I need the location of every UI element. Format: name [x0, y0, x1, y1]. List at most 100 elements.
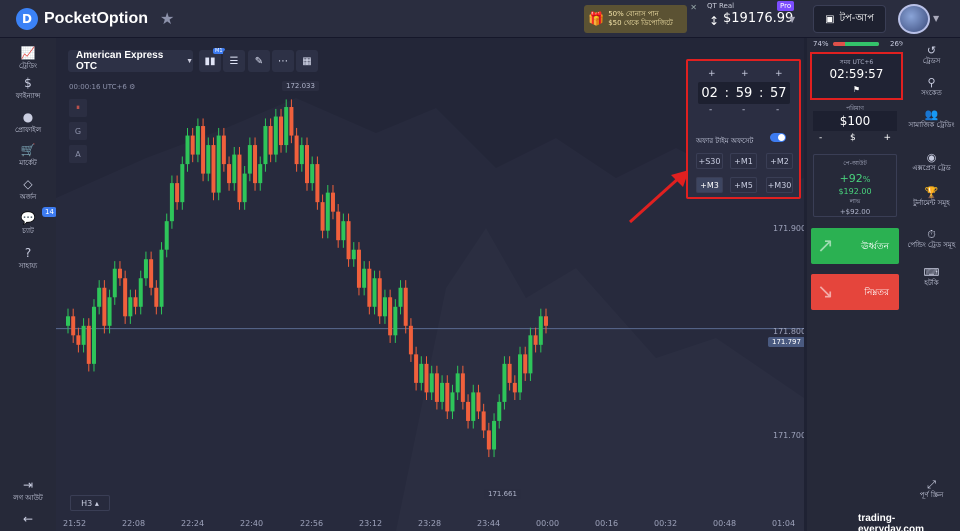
- nav-item-finance[interactable]: $ ফাইন্যান্স: [0, 76, 56, 102]
- gear-icon[interactable]: ⚙: [129, 83, 135, 91]
- candle-body: [195, 126, 200, 155]
- indicators-button[interactable]: ☰: [223, 50, 245, 72]
- avatar[interactable]: [898, 4, 930, 34]
- candle-body: [424, 363, 429, 393]
- lower-button[interactable]: ↘ নিম্নতর: [811, 274, 899, 310]
- candle-body: [175, 183, 180, 203]
- nav-item-signals[interactable]: ⚲ সংকেত: [903, 76, 960, 97]
- more-button[interactable]: ⋯: [272, 50, 294, 72]
- trend-down-icon: ↘: [817, 279, 834, 303]
- preset-m2[interactable]: +M2: [766, 153, 793, 169]
- nav-item-market[interactable]: 🛒 মার্কেট: [0, 143, 56, 169]
- nav-item-trading[interactable]: 📈 ট্রেডিং: [0, 46, 56, 72]
- seconds-plus-button[interactable]: +: [775, 69, 783, 79]
- payout-box: পে-আউট +92% $192.00 লাভ +$92.00: [813, 154, 897, 217]
- candle-body: [227, 164, 232, 184]
- minutes-value[interactable]: 59: [736, 86, 753, 101]
- topup-button[interactable]: ▣ টপ-আপ: [813, 5, 886, 33]
- chart-icon: 📈: [20, 46, 36, 60]
- candle-body: [393, 306, 398, 336]
- candle-body: [310, 164, 315, 184]
- chat-badge: 14: [42, 207, 57, 217]
- sliders-icon: ☰: [229, 55, 239, 67]
- candle-body: [268, 126, 273, 155]
- preset-m5[interactable]: +M5: [730, 177, 757, 193]
- nav-item-pending[interactable]: ⏱ পেন্ডিং ট্রেড সমূহ: [903, 228, 960, 249]
- collapse-button[interactable]: ←: [0, 512, 56, 526]
- amount-plus-button[interactable]: +: [883, 133, 891, 144]
- amount-input[interactable]: $100: [813, 111, 897, 131]
- candle-body: [216, 135, 221, 193]
- candle-body: [279, 116, 284, 146]
- nav-item-achievements[interactable]: ◇ অর্জন: [0, 177, 56, 203]
- time-tick: 00:16: [595, 519, 619, 528]
- preset-m3[interactable]: +M3: [696, 177, 723, 193]
- nav-item-help[interactable]: ? সাহায্য: [0, 246, 56, 272]
- chevron-down-icon[interactable]: ▼: [933, 14, 939, 23]
- bonus-banner[interactable]: 🎁 50% বোনাস পান $50 থেকে ডিপোজিটে ✕: [584, 3, 697, 33]
- seconds-minus-button[interactable]: -: [776, 105, 779, 115]
- hours-minus-button[interactable]: -: [709, 105, 712, 115]
- candle-body: [91, 306, 96, 364]
- bonus-line2: $50 থেকে ডিপোজিটে: [608, 19, 673, 27]
- nav-item-logout[interactable]: ⇥ লগ আউট: [0, 478, 56, 504]
- nav-item-tournaments[interactable]: 🏆 টুর্নামেন্ট সমূহ: [903, 186, 960, 207]
- candle-body: [419, 363, 424, 383]
- candle-body: [460, 373, 465, 402]
- layout-button[interactable]: ▦: [296, 50, 318, 72]
- currency-button[interactable]: $: [850, 133, 856, 144]
- nav-item-profile[interactable]: ● প্রোফাইল: [0, 110, 56, 136]
- preset-m30[interactable]: +M30: [766, 177, 793, 193]
- time-tick: 23:28: [418, 519, 442, 528]
- offset-toggle[interactable]: [770, 133, 786, 142]
- chevron-up-icon: ▴: [94, 498, 99, 508]
- amount-minus-button[interactable]: -: [819, 133, 822, 144]
- tool-g-button[interactable]: G: [69, 122, 87, 140]
- candle-body: [190, 135, 195, 155]
- minutes-minus-button[interactable]: -: [742, 105, 745, 115]
- candle-body: [403, 287, 408, 326]
- candle-body: [112, 268, 117, 298]
- nav-item-social[interactable]: 👥 সামাজিক ট্রেডিং: [903, 108, 960, 129]
- candle-body: [284, 107, 289, 146]
- hours-value[interactable]: 02: [701, 86, 718, 101]
- time-input[interactable]: 02 : 59 : 57: [698, 82, 790, 104]
- expiry-time-box[interactable]: সময় UTC+6 02:59:57 ⚑: [810, 52, 903, 100]
- dots-icon: ⋯: [278, 55, 288, 67]
- candle-body: [455, 373, 460, 393]
- nav-item-hotkeys[interactable]: ⌨ হটকি: [903, 266, 960, 287]
- hours-plus-button[interactable]: +: [708, 69, 716, 79]
- nav-item-express[interactable]: ◉ এক্সপ্রেস ট্রেড: [903, 151, 960, 172]
- candle-body: [533, 335, 538, 345]
- logo[interactable]: D PocketOption: [16, 8, 148, 30]
- candle-body: [143, 259, 148, 279]
- star-icon[interactable]: ★: [160, 9, 174, 28]
- nav-item-trades[interactable]: ↺ ট্রেডস: [903, 44, 960, 65]
- close-icon[interactable]: ✕: [690, 3, 697, 12]
- account-selector[interactable]: QT Real ↕ $19176.99 Pro ▼: [707, 1, 795, 28]
- time-tick: 22:56: [300, 519, 324, 528]
- asset-selector[interactable]: American Express OTC ▼: [68, 50, 193, 72]
- preset-m1[interactable]: +M1: [730, 153, 757, 169]
- annotation-arrow: [628, 170, 689, 224]
- trend-up-icon: ↗: [817, 233, 834, 257]
- grid-icon: ▦: [302, 55, 312, 67]
- candle-body: [232, 154, 237, 184]
- candle-body: [528, 335, 533, 374]
- candle-body: [476, 392, 481, 412]
- preset-s30[interactable]: +S30: [696, 153, 723, 169]
- logo-text: PocketOption: [44, 10, 149, 27]
- minutes-plus-button[interactable]: +: [741, 69, 749, 79]
- pause-icon[interactable]: ⏸: [69, 99, 87, 117]
- seconds-value[interactable]: 57: [770, 86, 787, 101]
- candle-body: [159, 249, 164, 307]
- draw-button[interactable]: ✎: [248, 50, 270, 72]
- candle-body: [351, 249, 356, 260]
- price-tick: 171.900: [773, 224, 804, 233]
- nav-item-fullscreen[interactable]: ⤢ পূর্ণ স্ক্রিন: [903, 478, 960, 499]
- tool-a-button[interactable]: A: [69, 145, 87, 163]
- right-sidebar: ↺ ট্রেডস ⚲ সংকেত 👥 সামাজিক ট্রেডিং ◉ এক্সপ্র…: [903, 38, 960, 531]
- interval-selector[interactable]: H3 ▴: [70, 495, 110, 511]
- higher-button[interactable]: ↗ ঊর্ধ্বতন: [811, 228, 899, 264]
- candle-body: [346, 221, 351, 260]
